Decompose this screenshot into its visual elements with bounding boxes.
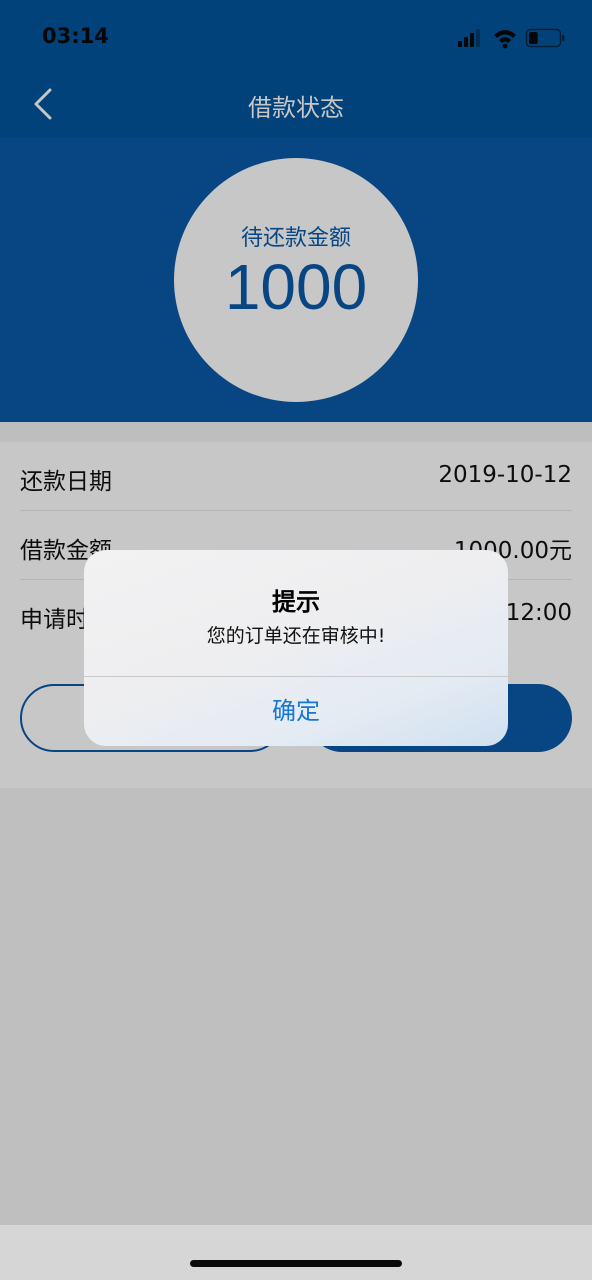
- dialog-title: 提示: [272, 588, 320, 616]
- home-indicator[interactable]: [190, 1260, 402, 1267]
- dialog-message: 您的订单还在审核中!: [206, 625, 386, 647]
- alert-dialog: 提示 您的订单还在审核中! 确定: [84, 550, 508, 746]
- home-indicator-area: [0, 1225, 592, 1280]
- confirm-button[interactable]: 确定: [84, 677, 508, 746]
